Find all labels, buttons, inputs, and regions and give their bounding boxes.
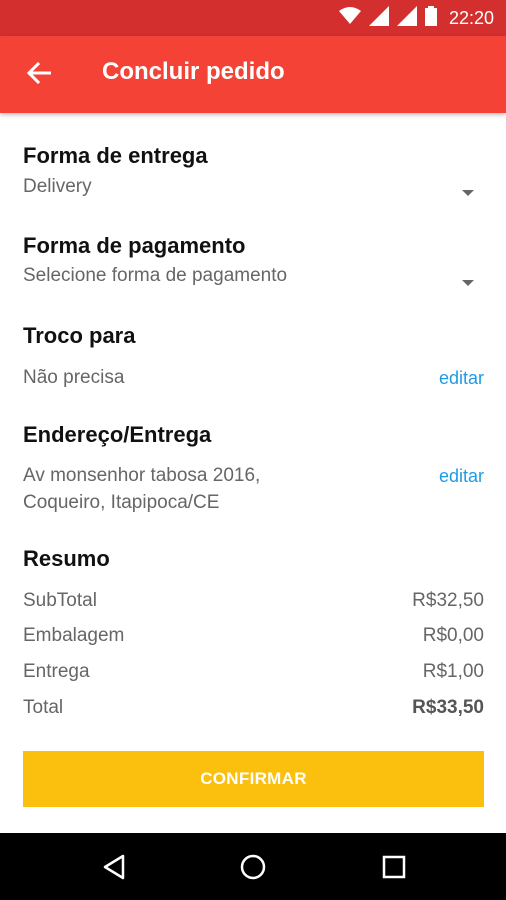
status-time: 22:20	[448, 7, 494, 28]
home-circle-icon[interactable]	[237, 851, 269, 883]
back-triangle-icon[interactable]	[98, 851, 130, 883]
address-line1: Av monsenhor tabosa 2016,	[23, 465, 261, 486]
summary-row: SubTotal R$32,50	[23, 590, 484, 616]
address-text: Av monsenhor tabosa 2016, Coqueiro, Itap…	[23, 462, 363, 516]
summary-amount: R$32,50	[412, 590, 484, 611]
summary-label: Entrega	[23, 661, 90, 682]
summary-total-label: Total	[23, 697, 64, 718]
payment-select[interactable]: Selecione forma de pagamento	[23, 265, 287, 287]
summary-label: SubTotal	[23, 590, 97, 611]
back-button[interactable]	[20, 56, 58, 94]
change-value: Não precisa	[23, 367, 125, 388]
summary-label: Embalagem	[23, 625, 125, 646]
edit-change-link[interactable]: editar	[439, 368, 484, 389]
payment-dropdown-icon[interactable]	[462, 280, 474, 286]
summary-row: Embalagem R$0,00	[23, 625, 484, 651]
delivery-title: Forma de entrega	[23, 143, 208, 168]
app-bar: Concluir pedido	[0, 36, 506, 113]
arrow-left-icon	[26, 61, 52, 89]
payment-title: Forma de pagamento	[23, 233, 246, 258]
signal-icon	[396, 5, 417, 31]
battery-icon	[424, 5, 437, 31]
edit-address-link[interactable]: editar	[439, 466, 484, 487]
address-title: Endereço/Entrega	[23, 422, 212, 447]
summary-amount: R$0,00	[422, 625, 484, 646]
confirm-button[interactable]: CONFIRMAR	[23, 751, 484, 807]
delivery-select[interactable]: Delivery	[23, 176, 92, 198]
page-title: Concluir pedido	[102, 58, 285, 85]
address-line2: Coqueiro, Itapipoca/CE	[23, 492, 220, 513]
signal-icon	[368, 5, 389, 31]
status-bar: 22:20	[0, 0, 506, 36]
summary-title: Resumo	[23, 546, 110, 571]
summary-amount: R$1,00	[422, 661, 484, 682]
wifi-icon	[338, 6, 361, 30]
summary-total-row: Total R$33,50	[23, 697, 484, 723]
summary-row: Entrega R$1,00	[23, 661, 484, 687]
change-title: Troco para	[23, 323, 136, 348]
recents-square-icon[interactable]	[378, 851, 410, 883]
delivery-dropdown-icon[interactable]	[462, 190, 474, 196]
summary-total-amount: R$33,50	[412, 697, 484, 718]
navigation-bar	[0, 833, 506, 900]
status-icons: 22:20	[338, 5, 494, 31]
